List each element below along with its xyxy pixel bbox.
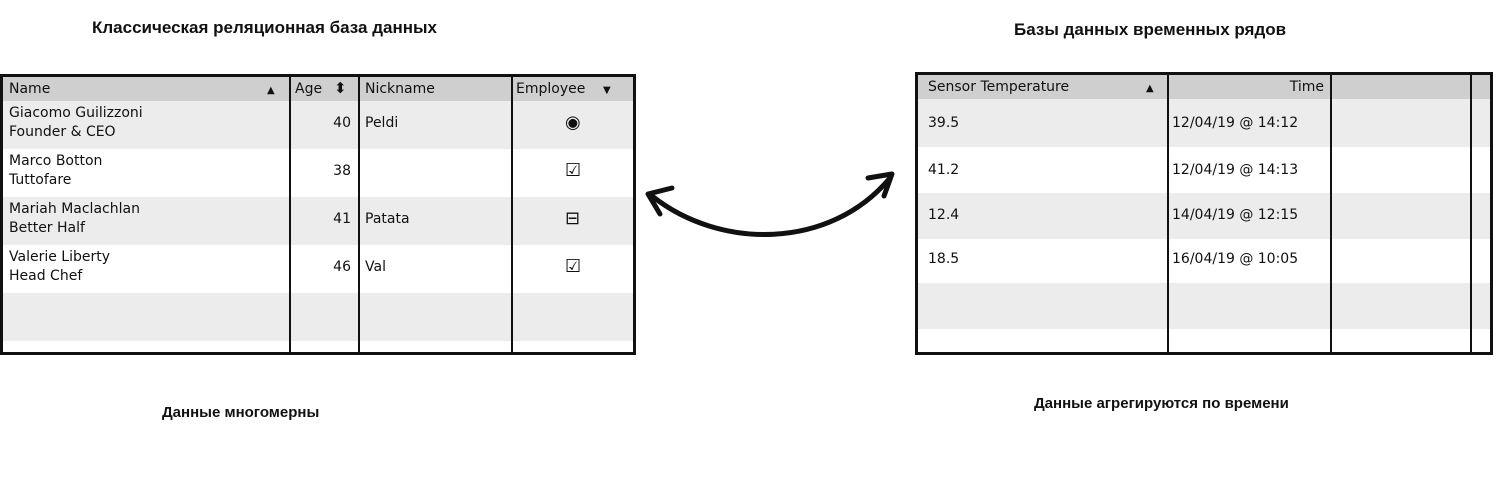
right-caption: Данные агрегируются по времени	[1034, 395, 1289, 412]
left-caption: Данные многомерны	[162, 404, 320, 421]
arrow-curve	[649, 175, 893, 237]
arrow-head-right	[865, 171, 895, 199]
bidirectional-arrow	[645, 171, 895, 237]
